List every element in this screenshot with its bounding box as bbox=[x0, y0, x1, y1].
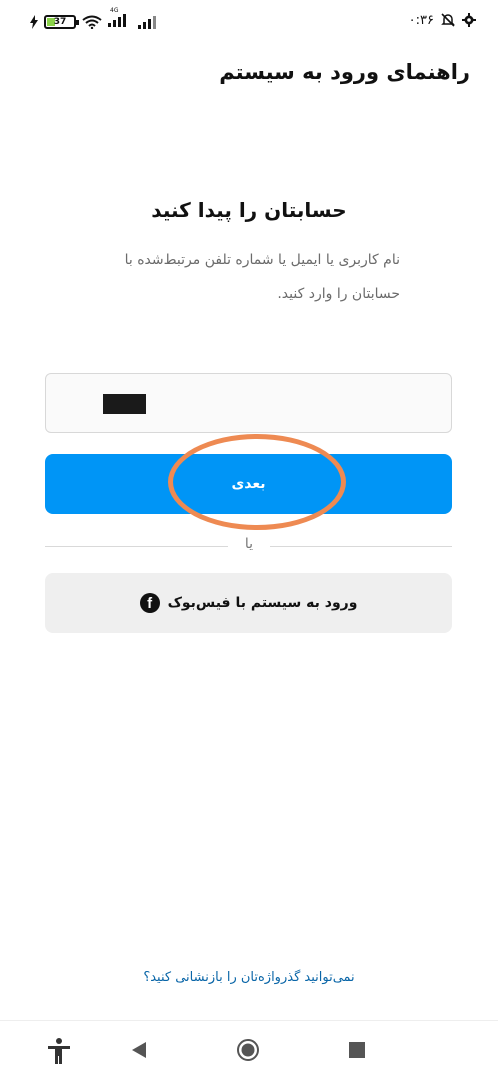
instructions-text: نام کاربری یا ایمیل یا شماره تلفن مرتبط‌… bbox=[124, 252, 400, 302]
page-title: راهنمای ورود به سیستم bbox=[219, 60, 470, 84]
cant-reset-password-link[interactable]: نمی‌توانید گذرواژه‌تان را بازنشانی کنید؟ bbox=[0, 970, 498, 985]
status-right: ۰:۳۶ bbox=[409, 12, 476, 28]
or-divider: یا bbox=[244, 536, 254, 552]
battery-icon: 37 bbox=[44, 14, 79, 29]
redacted-value bbox=[103, 394, 146, 414]
battery-level: 37 bbox=[53, 16, 67, 27]
wifi-icon bbox=[82, 15, 102, 29]
username-input[interactable] bbox=[45, 373, 452, 433]
system-nav-bar bbox=[0, 1020, 498, 1080]
facebook-login-button[interactable]: ورود به سیستم با فیس‌بوک f bbox=[45, 573, 452, 633]
recents-icon[interactable] bbox=[349, 1042, 365, 1062]
settings-gear-icon bbox=[462, 13, 476, 27]
status-left: 37 4G bbox=[30, 7, 160, 31]
back-icon[interactable] bbox=[130, 1041, 148, 1063]
status-bar: 37 4G ۰:۳۶ bbox=[0, 0, 498, 44]
facebook-icon: f bbox=[139, 593, 160, 613]
home-icon[interactable] bbox=[236, 1038, 260, 1066]
cell-signal-group: 4G bbox=[108, 7, 132, 31]
accessibility-icon[interactable] bbox=[46, 1037, 72, 1069]
highlight-annotation bbox=[168, 434, 346, 530]
clock: ۰:۳۶ bbox=[408, 12, 434, 28]
mute-bell-icon bbox=[441, 13, 455, 27]
find-account-heading: حسابتان را پیدا کنید bbox=[151, 198, 347, 222]
network-type: 4G bbox=[110, 7, 119, 14]
signal-icon bbox=[108, 14, 126, 27]
signal-icon-2 bbox=[138, 15, 156, 29]
charging-icon bbox=[30, 14, 38, 29]
facebook-login-label: ورود به سیستم با فیس‌بوک bbox=[167, 595, 358, 611]
